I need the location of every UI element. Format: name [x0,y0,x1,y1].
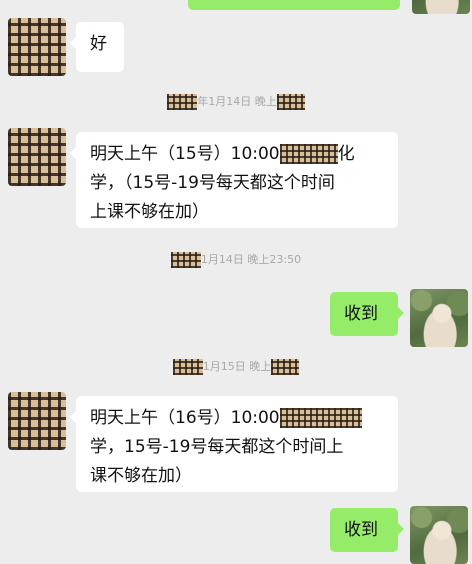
message-bubble-partial[interactable] [188,0,400,10]
message-line: 学，（15号-19号每天都这个时间 [90,173,335,193]
message-line: 明天上午（15号）10:00 化 [90,144,355,164]
timestamp-time: 晚上 [249,360,272,373]
message-bubble[interactable]: 好 [70,22,124,72]
message-bubble[interactable]: 明天上午（16号）10:00 学，15号-19号每天都这个时间上 课不够在加） [70,396,398,492]
timestamp: 1月14日 晚上23:50 [0,250,472,270]
contact-avatar[interactable] [8,392,66,450]
message-text-fragment: 化 [337,144,355,164]
redacted-mosaic [167,94,198,110]
message-bubble[interactable]: 明天上午（15号）10:00 化 学，（15号-19号每天都这个时间 上课不够在加… [70,132,398,228]
timestamp-date: 年1月14日 [197,95,252,108]
redacted-mosaic [172,359,203,375]
timestamp-date: 1月15日 [202,360,246,373]
message-text: 收到 [344,304,378,324]
redacted-mosaic [170,252,201,268]
timestamp: 年1月14日 晚上 [0,92,472,112]
message-bubble[interactable]: 收到 [330,508,404,552]
message-line: 学，15号-19号每天都这个时间上 [90,437,344,457]
timestamp-date: 1月14日 [200,253,244,266]
contact-avatar[interactable] [8,128,66,186]
redacted-mosaic [279,144,338,164]
message-text: 好 [90,34,107,54]
timestamp: 1月15日 晚上 [0,357,472,377]
timestamp-time: 晚上 [254,95,277,108]
message-text: 收到 [344,520,378,540]
chat-view: 好 年1月14日 晚上 明天上午（15号）10:00 化 学，（15号-19号每天… [0,0,472,564]
redacted-mosaic [276,94,305,110]
my-avatar[interactable] [410,506,468,564]
my-avatar[interactable] [410,289,468,347]
message-line: 明天上午（16号）10:00 [90,404,384,433]
redacted-mosaic [271,359,300,375]
message-bubble[interactable]: 收到 [330,292,404,336]
my-avatar[interactable] [412,0,470,14]
message-line: 上课不够在加） [90,202,209,222]
redacted-mosaic [279,408,362,428]
timestamp-time: 晚上23:50 [247,253,302,266]
message-line: 课不够在加） [90,466,192,486]
contact-avatar[interactable] [8,18,66,76]
